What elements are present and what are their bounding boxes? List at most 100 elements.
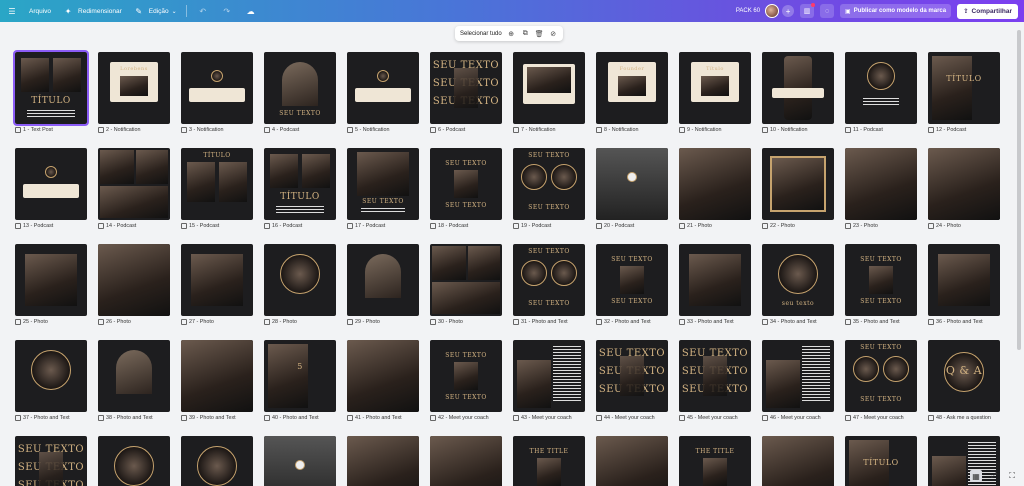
page-tile[interactable]: 14 - Podcast — [98, 148, 170, 229]
page-tile[interactable]: 26 - Photo — [98, 244, 170, 325]
page-thumbnail[interactable]: TÍTULO — [845, 436, 917, 486]
page-tile[interactable]: 20 - Podcast — [596, 148, 668, 229]
page-tile[interactable]: SEU TEXTO SEU TEXTO SEU TEXTO 45 - Meet you… — [679, 340, 751, 421]
page-tile[interactable]: 25 - Photo — [15, 244, 87, 325]
publish-button[interactable]: ▣ Publicar como modelo da marca — [837, 0, 954, 22]
redo-button[interactable]: ↷ — [215, 0, 239, 22]
page-tile[interactable]: SEU TEXTO SEU TEXTO 19 - Podcast — [513, 148, 585, 229]
page-thumbnail[interactable] — [98, 148, 170, 220]
page-tile[interactable]: 11 - Podcast — [845, 52, 917, 133]
page-thumbnail[interactable]: TÍTULO — [13, 50, 89, 126]
page-tile[interactable]: TÍTULO 12 - Podcast — [928, 52, 1000, 133]
page-thumbnail[interactable] — [679, 244, 751, 316]
page-thumbnail[interactable]: SEU TEXTO SEU TEXTO — [845, 244, 917, 316]
page-thumbnail[interactable]: Founder — [596, 52, 668, 124]
page-tile[interactable]: 30 - Photo — [430, 244, 502, 325]
page-thumbnail[interactable] — [762, 148, 834, 220]
page-tile[interactable]: SEU TEXTO SEU TEXTO 42 - Meet your coach — [430, 340, 502, 421]
page-thumbnail[interactable] — [928, 148, 1000, 220]
page-thumbnail[interactable]: SEU TEXTO SEU TEXTO SEU TEXTO — [679, 340, 751, 412]
fullscreen-icon[interactable]: ⛶ — [1006, 470, 1018, 482]
page-thumbnail[interactable]: SEU TEXTO SEU TEXTO — [845, 340, 917, 412]
page-tile[interactable]: 37 - Photo and Text — [15, 340, 87, 421]
select-all-button[interactable]: Selecionar tudo — [460, 31, 502, 37]
page-thumbnail[interactable]: SEU TEXTO SEU TEXTO — [513, 244, 585, 316]
page-tile[interactable]: 22 - Photo — [762, 148, 834, 229]
page-thumbnail[interactable] — [347, 244, 419, 316]
page-thumbnail[interactable] — [845, 52, 917, 124]
page-thumbnail[interactable] — [15, 244, 87, 316]
page-tile[interactable]: Título 9 - Notification — [679, 52, 751, 133]
page-thumbnail[interactable] — [98, 244, 170, 316]
page-tile[interactable]: Lorebens 2 - Notification — [98, 52, 170, 133]
page-tile[interactable]: 36 - Photo and Text — [928, 244, 1000, 325]
page-thumbnail[interactable] — [15, 148, 87, 220]
page-thumbnail[interactable] — [347, 52, 419, 124]
page-tile[interactable]: seu texto — [98, 436, 170, 486]
page-tile[interactable]: THE TITLETHE TITLE — [513, 436, 585, 486]
add-collaborator-button[interactable]: + — [779, 0, 797, 22]
file-menu[interactable]: Arquivo — [24, 0, 56, 22]
page-tile[interactable]: 27 - Photo — [181, 244, 253, 325]
undo-button[interactable]: ↶ — [191, 0, 215, 22]
page-tile[interactable]: TÍTULO 16 - Podcast — [264, 148, 336, 229]
page-thumbnail[interactable] — [181, 52, 253, 124]
page-tile[interactable]: 28 - Photo — [264, 244, 336, 325]
page-tile[interactable]: 33 - Photo and Text — [679, 244, 751, 325]
page-tile[interactable]: SEU TEXTO 17 - Podcast — [347, 148, 419, 229]
page-thumbnail[interactable] — [181, 340, 253, 412]
page-thumbnail[interactable]: SEU TEXTO SEU TEXTO — [430, 340, 502, 412]
page-thumbnail[interactable]: SEU TEXTO SEU TEXTO — [596, 244, 668, 316]
page-thumbnail[interactable]: Lorebens — [98, 52, 170, 124]
page-thumbnail[interactable] — [762, 52, 834, 124]
add-page-icon[interactable]: ⊕ — [507, 29, 516, 38]
page-tile[interactable]: Q & A 48 - Ask me a question — [928, 340, 1000, 421]
page-tile[interactable]: seu texto 34 - Photo and Text — [762, 244, 834, 325]
page-tile[interactable]: 13 - Podcast — [15, 148, 87, 229]
page-thumbnail[interactable] — [596, 436, 668, 486]
page-thumbnail[interactable]: TÍTULO — [264, 148, 336, 220]
page-tile[interactable]: SEU TEXTO SEU TEXTO 31 - Photo and Text — [513, 244, 585, 325]
page-thumbnail[interactable]: seu texto — [98, 436, 170, 486]
comments-button[interactable]: ◌ — [817, 0, 837, 22]
vertical-scrollbar[interactable] — [1017, 30, 1021, 350]
page-thumbnail[interactable] — [430, 436, 502, 486]
page-tile[interactable]: 5 - Notification — [347, 52, 419, 133]
page-tile[interactable]: 43 - Meet your coach — [513, 340, 585, 421]
page-tile[interactable]: 7 - Notification — [513, 52, 585, 133]
page-tile[interactable] — [181, 436, 253, 486]
analytics-button[interactable]: ▥ — [797, 0, 817, 22]
share-button[interactable]: ⇪ Compartilhar — [954, 0, 1024, 22]
page-tile[interactable]: 46 - Meet your coach — [762, 340, 834, 421]
page-tile[interactable]: SEU TEXTO SEU TEXTO SEU TEXTO 44 - Meet you… — [596, 340, 668, 421]
page-tile[interactable]: TÍTULO 1 - Text Post — [13, 50, 89, 133]
page-thumbnail[interactable]: SEU TEXTO SEU TEXTO SEU TEXTO — [596, 340, 668, 412]
page-thumbnail[interactable]: THE TITLETHE TITLE — [679, 436, 751, 486]
page-thumbnail[interactable] — [513, 52, 585, 124]
page-thumbnail[interactable]: TÍTULO — [181, 148, 253, 220]
page-tile[interactable] — [430, 436, 502, 486]
page-tile[interactable]: 24 - Photo — [928, 148, 1000, 229]
page-tile[interactable] — [347, 436, 419, 486]
page-thumbnail[interactable] — [181, 244, 253, 316]
page-thumbnail[interactable] — [679, 148, 751, 220]
page-thumbnail[interactable]: SEU TEXTO SEU TEXTO SEU TEXTO — [430, 52, 502, 124]
page-thumbnail[interactable]: TÍTULO — [928, 52, 1000, 124]
cloud-save-button[interactable]: ☁ — [239, 0, 263, 22]
hamburger-menu-button[interactable]: ☰ — [0, 0, 24, 22]
page-thumbnail[interactable]: SEU TEXTO SEU TEXTO SEU TEXTO — [15, 436, 87, 486]
page-tile[interactable]: SEU TEXTO SEU TEXTO 32 - Photo and Text — [596, 244, 668, 325]
page-thumbnail[interactable]: SEU TEXTO SEU TEXTO — [430, 148, 502, 220]
page-thumbnail[interactable] — [181, 436, 253, 486]
page-tile[interactable]: Founder 8 - Notification — [596, 52, 668, 133]
page-tile[interactable] — [762, 436, 834, 486]
page-tile[interactable] — [596, 436, 668, 486]
page-tile[interactable]: TÍTULO — [845, 436, 917, 486]
page-tile[interactable]: SEU TEXTO 4 - Podcast — [264, 52, 336, 133]
page-thumbnail[interactable]: 5 — [264, 340, 336, 412]
page-tile[interactable]: 39 - Photo and Text — [181, 340, 253, 421]
page-tile[interactable]: TÍTULO 15 - Podcast — [181, 148, 253, 229]
avatar[interactable] — [765, 4, 780, 18]
page-thumbnail[interactable]: Título — [679, 52, 751, 124]
page-thumbnail[interactable] — [845, 148, 917, 220]
